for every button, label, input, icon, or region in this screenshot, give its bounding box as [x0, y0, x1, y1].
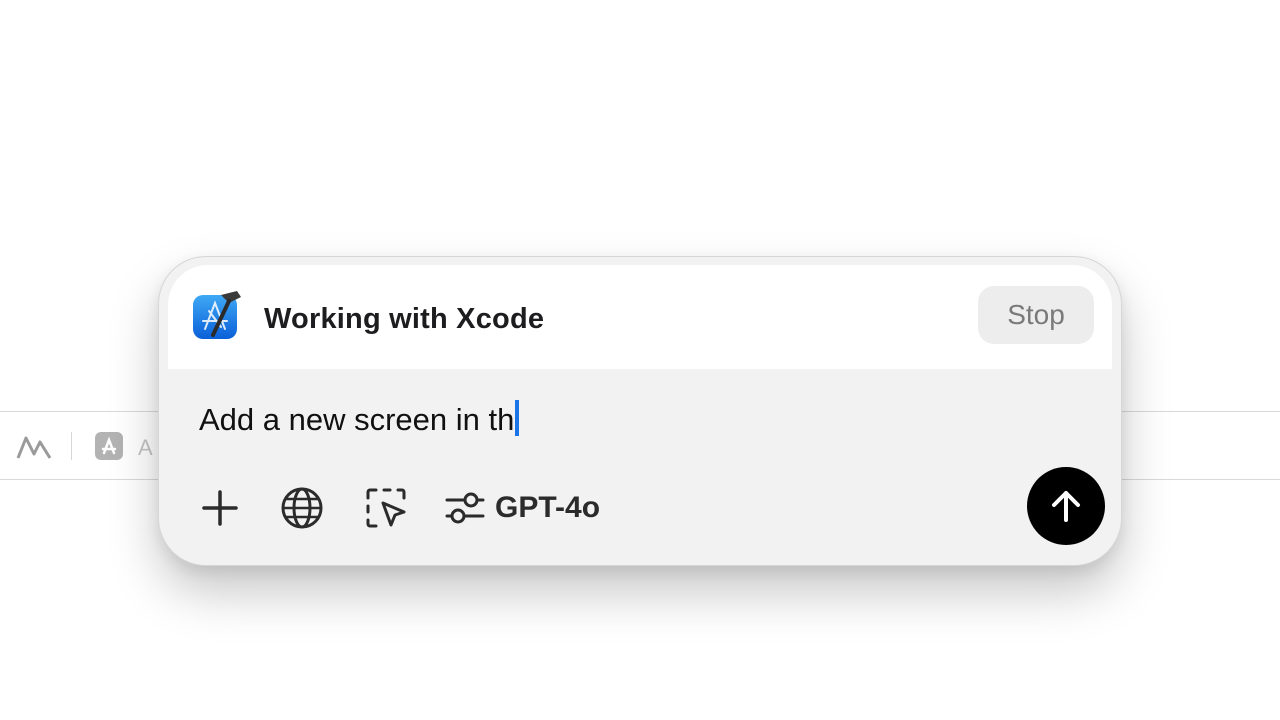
screen: A Working with Xcode Stop Add a new scre… — [0, 0, 1280, 720]
plus-icon — [202, 490, 238, 526]
composer-title: Working with Xcode — [264, 303, 545, 335]
stop-button[interactable]: Stop — [978, 286, 1094, 344]
add-attachment-button[interactable] — [197, 485, 243, 531]
select-area-button[interactable] — [363, 485, 409, 531]
model-picker[interactable]: GPT-4o — [445, 485, 600, 531]
model-label: GPT-4o — [495, 491, 601, 524]
app-store-icon[interactable] — [95, 432, 123, 460]
composer-panel: Working with Xcode Stop Add a new screen… — [158, 256, 1122, 566]
composer-header: Working with Xcode Stop — [168, 265, 1112, 369]
globe-icon — [281, 487, 323, 529]
toolbar-divider — [71, 432, 72, 460]
toolbar-text: A — [138, 435, 153, 460]
prompt-input-text: Add a new screen in th — [199, 402, 515, 437]
send-button[interactable] — [1027, 467, 1105, 545]
text-caret — [515, 400, 520, 436]
selection-pointer-icon — [366, 488, 406, 528]
arrow-up-icon — [1052, 491, 1080, 522]
sliders-icon — [445, 492, 485, 524]
xcode-icon — [193, 291, 241, 339]
web-search-button[interactable] — [279, 485, 325, 531]
prompt-input[interactable]: Add a new screen in th — [199, 400, 520, 444]
chart-glyph-icon — [16, 436, 52, 459]
